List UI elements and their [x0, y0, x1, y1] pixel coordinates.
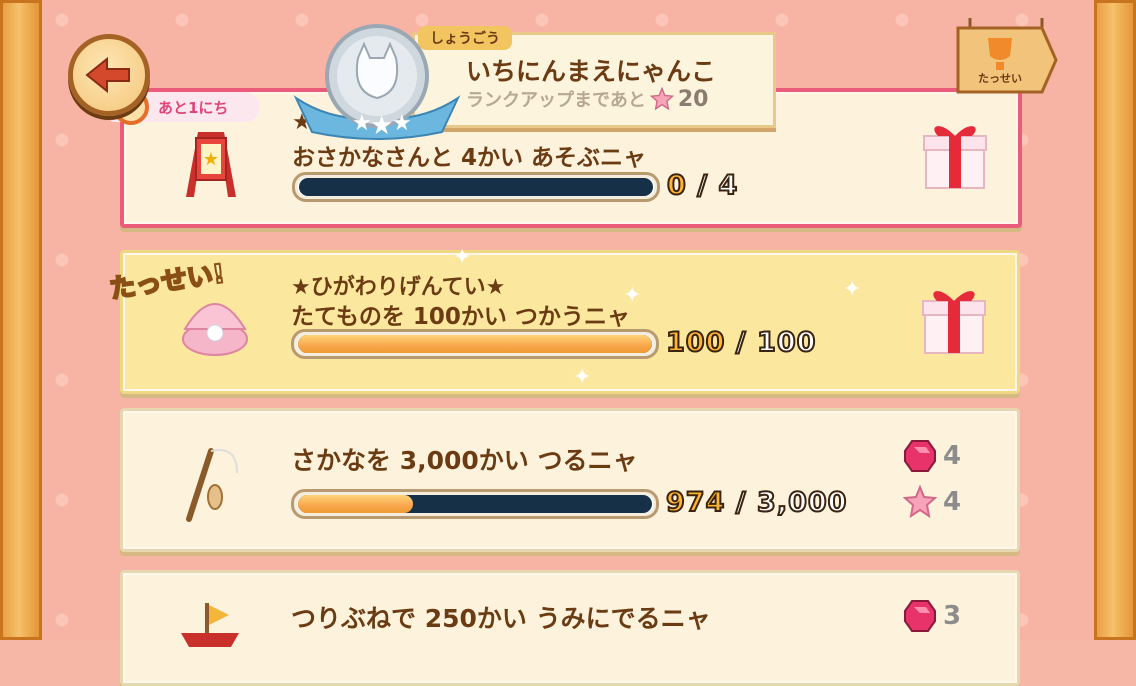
achievements-button[interactable]: たっせい: [956, 18, 1060, 96]
mission-title: たてものを 100かい つかうニャ: [291, 304, 630, 330]
mission-progress-bar: [291, 489, 659, 519]
gift-reward-icon[interactable]: [920, 118, 987, 189]
mission-progress-count: 0 / 4: [666, 169, 739, 202]
rank-medal-icon: ★ ★ ★: [292, 22, 462, 142]
mission-progress-count: 100 / 100: [665, 326, 817, 359]
gem-icon: [904, 440, 936, 472]
fishing-boat-icon: [175, 599, 245, 653]
fishing-rod-icon: [175, 443, 245, 527]
sparkle-icon: ✦: [573, 365, 592, 390]
svg-text:★: ★: [370, 111, 393, 141]
progress-fill: [298, 335, 652, 353]
mission-progress-bar: [291, 329, 659, 359]
sparkle-icon: ✦: [453, 245, 472, 270]
svg-text:★: ★: [203, 149, 219, 170]
left-frame: [0, 0, 42, 640]
gem-reward: 3: [903, 599, 961, 633]
star-reward: 4: [903, 485, 961, 519]
arrow-left-icon: [85, 56, 130, 94]
mission-card-3[interactable]: さかなを 3,000かい つるニャ 974 / 3,000 4 4: [120, 408, 1020, 552]
rank-progress: ランクアップまであと 20: [466, 86, 709, 112]
signboard-icon: ★: [176, 122, 246, 206]
sparkle-icon: ✦: [623, 283, 642, 308]
gem-icon: [904, 600, 936, 632]
shell-pearl-icon: [175, 285, 255, 365]
mission-progress-count: 974 / 3,000: [665, 486, 848, 519]
mission-progress-bar: [292, 172, 660, 202]
mission-card-2[interactable]: たっせい! ★ひがわりげんてい★ たてものを 100かい つかうニャ 100 /…: [107, 245, 1020, 394]
mission-title: つりぶねで 250かい うみにでるニャ: [291, 604, 711, 633]
mission-title: おさかなさんと 4かい あそぶニャ: [292, 145, 647, 171]
svg-text:★: ★: [352, 111, 372, 136]
achievements-label: たっせい: [978, 72, 1022, 85]
sparkle-icon: ✦: [843, 277, 862, 302]
rank-title: いちにんまえにゃんこ: [466, 57, 717, 86]
time-remaining-label: あと1にち: [158, 99, 229, 117]
back-button[interactable]: [68, 34, 150, 116]
gift-reward-icon[interactable]: [919, 283, 986, 354]
mission-title: さかなを 3,000かい つるニャ: [291, 446, 638, 475]
pink-star-icon: [649, 87, 674, 111]
pink-star-icon: [903, 485, 937, 519]
svg-text:★: ★: [392, 111, 412, 136]
mission-card-4[interactable]: つりぶねで 250かい うみにでるニャ 3: [120, 570, 1020, 686]
progress-fill: [298, 495, 413, 513]
right-frame: [1094, 0, 1136, 640]
gem-reward: 4: [903, 439, 961, 473]
